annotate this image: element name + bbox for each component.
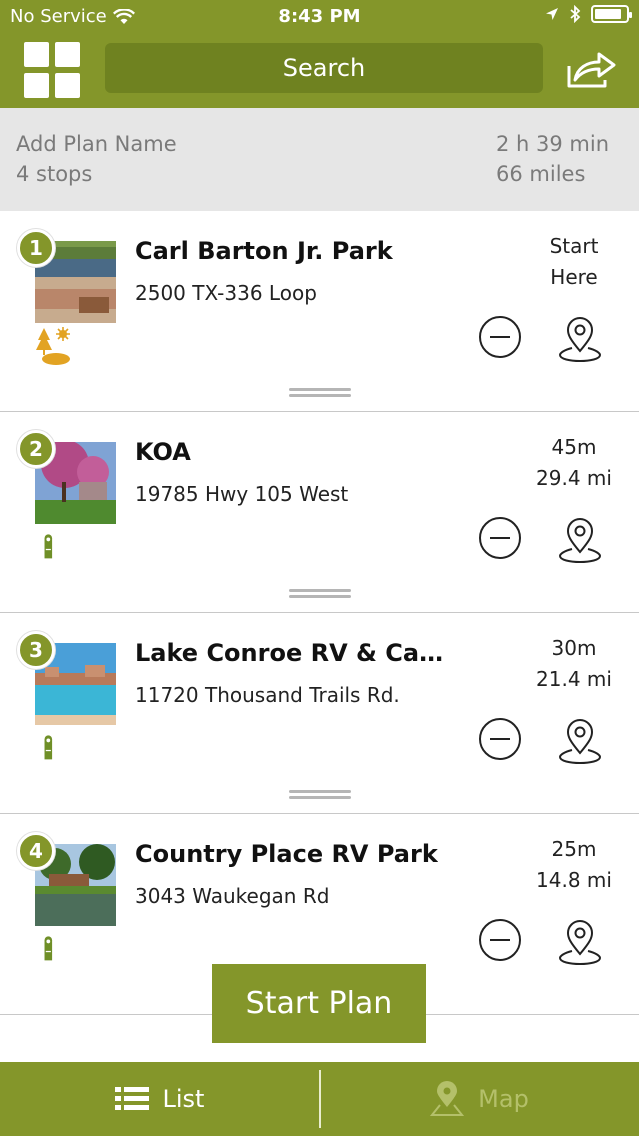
stop-eta-line1: Start [549,234,599,258]
stop-item[interactable]: 3 Lake Conroe RV & Campi... 11720 Thousa… [0,613,639,814]
stops-count: 4 stops [16,162,93,186]
plan-summary: Add Plan Name 4 stops 2 h 39 min 66 mile… [0,108,639,211]
drag-handle[interactable] [289,790,351,800]
stop-name[interactable]: Country Place RV Park [135,840,438,868]
search-bar[interactable]: Search [105,43,543,93]
remove-stop-icon[interactable] [478,717,522,761]
stop-number-badge: 3 [17,631,55,669]
stop-item[interactable]: 1 Carl Barton Jr. Park 2500 TX-336 Loop … [0,211,639,412]
plan-duration: 2 h 39 min [496,132,610,156]
stop-eta-line2: Here [550,265,598,289]
tab-bar: List Map [0,1062,639,1136]
stop-address: 3043 Waukegan Rd [135,884,330,908]
map-pin-icon[interactable] [556,516,604,564]
stop-eta-line2: 14.8 mi [536,868,612,892]
tab-list[interactable]: List [0,1062,319,1136]
start-plan-button[interactable]: Start Plan [212,964,426,1043]
grid-icon[interactable] [24,42,81,99]
stop-eta: 25m 14.8 mi [515,834,633,896]
list-icon [114,1087,149,1110]
bluetooth-icon [570,5,581,23]
stop-eta: 45m 29.4 mi [515,432,633,494]
share-icon[interactable] [565,50,617,90]
door-hanger-icon [44,735,53,760]
tab-map[interactable]: Map [320,1062,639,1136]
stop-number-badge: 2 [17,430,55,468]
map-pin-icon[interactable] [556,315,604,363]
stop-item[interactable]: 2 KOA 19785 Hwy 105 West 45m 29.4 mi [0,412,639,613]
stop-address: 11720 Thousand Trails Rd. [135,683,400,707]
search-label: Search [282,54,366,82]
door-hanger-icon [44,936,53,961]
drag-handle[interactable] [289,388,351,398]
status-bar: No Service 8:43 PM [0,0,639,34]
plan-name-field[interactable]: Add Plan Name [16,132,177,156]
stop-number-badge: 1 [17,229,55,267]
stop-eta-line1: 45m [551,435,597,459]
stop-name[interactable]: Lake Conroe RV & Campi... [135,639,465,667]
park-icon [36,327,70,365]
tab-map-label: Map [478,1085,529,1113]
stop-name[interactable]: KOA [135,438,191,466]
stop-eta-line1: 25m [551,837,597,861]
stop-address: 2500 TX-336 Loop [135,281,317,305]
drag-handle[interactable] [289,589,351,599]
tab-list-label: List [162,1085,205,1113]
location-arrow-icon [546,8,558,20]
status-time: 8:43 PM [278,6,361,27]
stop-eta-line1: 30m [551,636,597,660]
map-pin-icon[interactable] [556,717,604,765]
remove-stop-icon[interactable] [478,516,522,560]
stop-eta: Start Here [515,231,633,293]
stop-eta-line2: 29.4 mi [536,466,612,490]
status-right [545,5,632,23]
remove-stop-icon[interactable] [478,315,522,359]
stop-name[interactable]: Carl Barton Jr. Park [135,237,393,265]
map-pin-icon [430,1081,465,1116]
plan-distance: 66 miles [496,162,586,186]
map-pin-icon[interactable] [556,918,604,966]
stop-number-badge: 4 [17,832,55,870]
stop-eta: 30m 21.4 mi [515,633,633,695]
stop-eta-line2: 21.4 mi [536,667,612,691]
header: No Service 8:43 PM Search [0,0,639,108]
stop-address: 19785 Hwy 105 West [135,482,349,506]
door-hanger-icon [44,534,53,559]
battery-level [595,9,621,19]
remove-stop-icon[interactable] [478,918,522,962]
battery-icon [591,5,632,23]
